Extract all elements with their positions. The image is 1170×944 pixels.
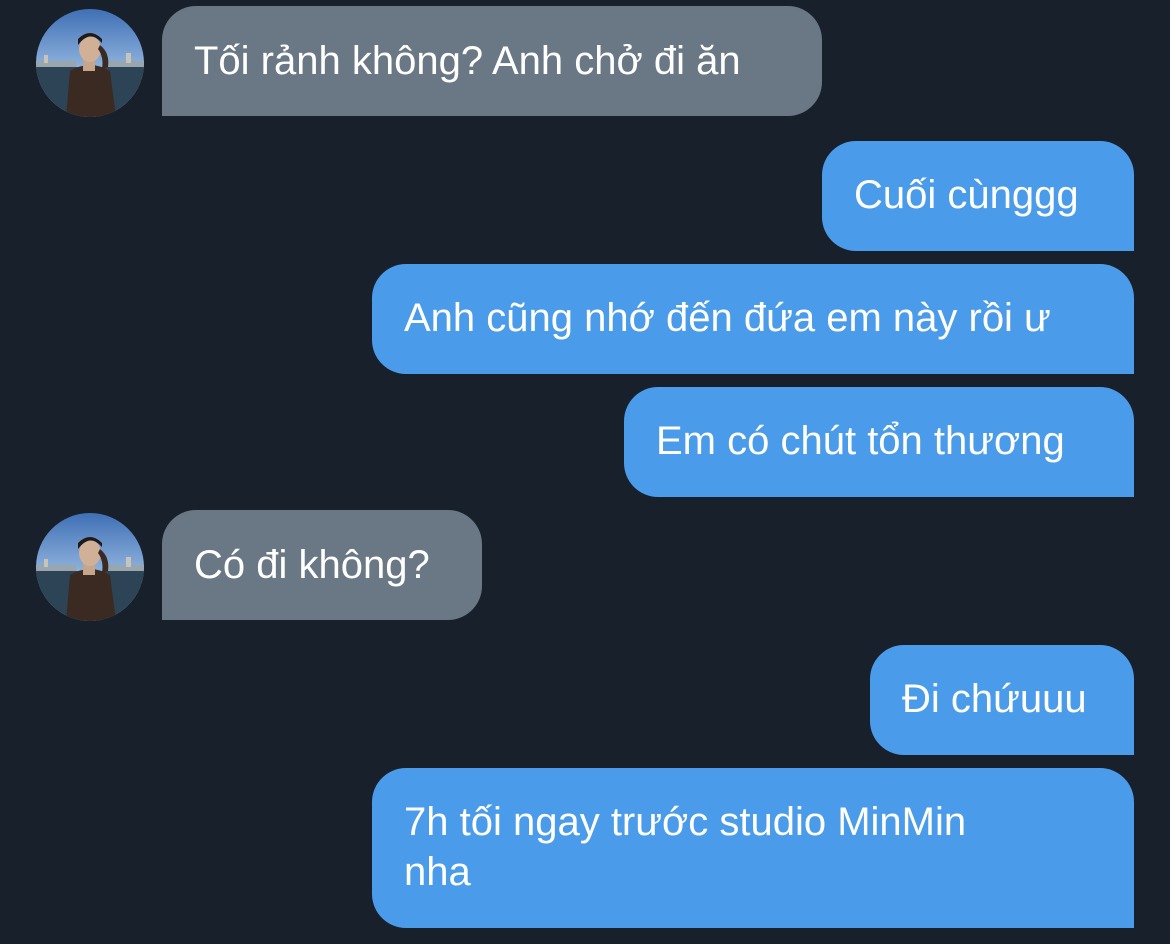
message-text: Đi chứuuu bbox=[902, 677, 1087, 721]
message-text: Anh cũng nhớ đến đứa em này rồi ư bbox=[404, 296, 1051, 340]
message-text: Tối rảnh không? Anh chở đi ăn bbox=[194, 39, 741, 83]
contact-avatar[interactable] bbox=[36, 9, 144, 117]
message-bubble-sent[interactable]: Anh cũng nhớ đến đứa em này rồi ư bbox=[372, 264, 1134, 374]
message-text: Em có chút tổn thương bbox=[656, 419, 1065, 463]
message-bubble-sent[interactable]: Em có chút tổn thương bbox=[624, 387, 1134, 497]
person-photo-avatar-icon bbox=[36, 9, 144, 117]
message-bubble-sent[interactable]: Đi chứuuu bbox=[870, 645, 1134, 755]
message-bubble-received[interactable]: Có đi không? bbox=[162, 510, 482, 620]
message-bubble-sent[interactable]: 7h tối ngay trước studio MinMin nha bbox=[372, 768, 1134, 928]
message-bubble-received[interactable]: Tối rảnh không? Anh chở đi ăn bbox=[162, 6, 822, 116]
message-text: Cuối cùnggg bbox=[854, 173, 1079, 217]
contact-avatar[interactable] bbox=[36, 513, 144, 621]
person-photo-avatar-icon bbox=[36, 513, 144, 621]
message-text: 7h tối ngay trước studio MinMin nha bbox=[404, 800, 967, 894]
message-text: Có đi không? bbox=[194, 543, 430, 587]
message-bubble-sent[interactable]: Cuối cùnggg bbox=[822, 141, 1134, 251]
